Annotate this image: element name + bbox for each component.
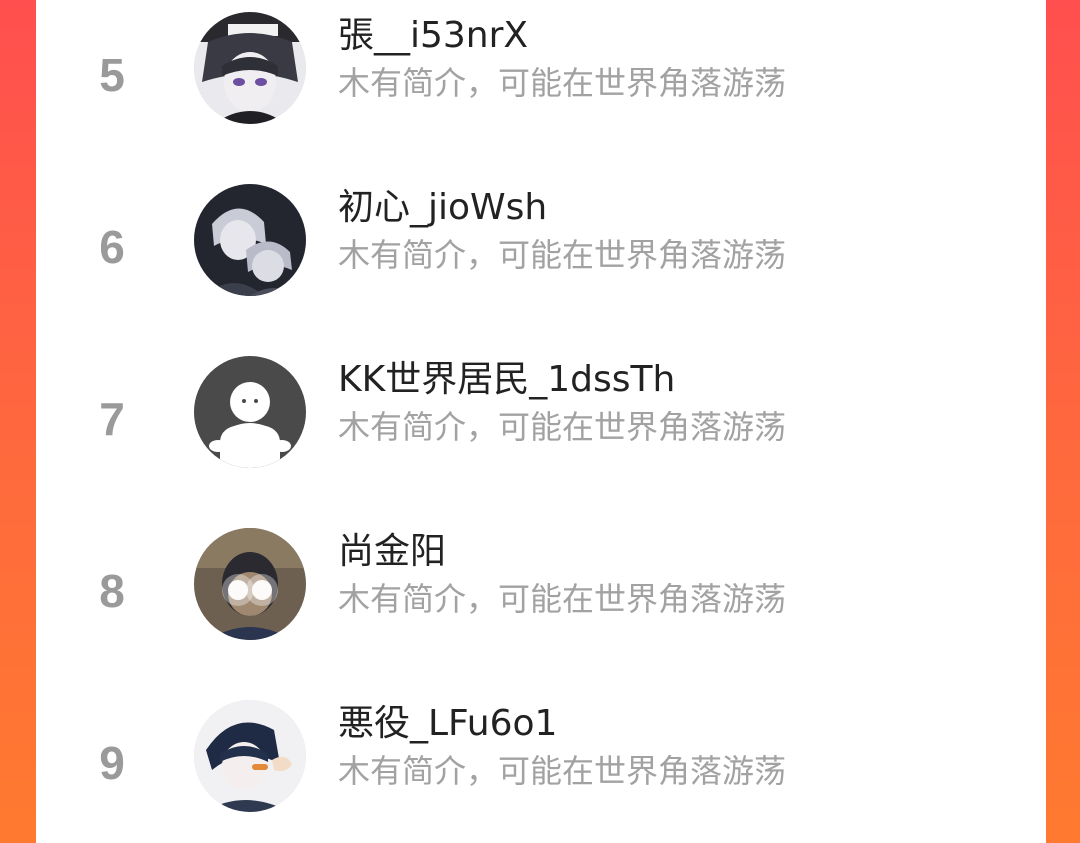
list-item[interactable]: 6 初心_jioWsh 木有简介，可能在世界角落游荡 xyxy=(36,172,1046,344)
user-avatar[interactable] xyxy=(194,700,306,812)
user-bio: 木有简介，可能在世界角落游荡 xyxy=(338,408,787,446)
anime-duo-avatar-icon xyxy=(194,184,306,296)
list-item[interactable]: 5 張__i53nrX 木有简介，可能在世界角落游荡 xyxy=(36,0,1046,172)
list-item[interactable]: 7 KK世界居民_1dssTh 木有简介，可能在世界角落游荡 xyxy=(36,344,1046,516)
user-avatar[interactable] xyxy=(194,184,306,296)
user-name: 初心_jioWsh xyxy=(338,187,548,228)
rank-number: 6 xyxy=(99,221,125,273)
user-bio: 木有简介，可能在世界角落游荡 xyxy=(338,64,787,102)
user-avatar[interactable] xyxy=(194,356,306,468)
user-name: KK世界居民_1dssTh xyxy=(338,359,676,400)
rank-number: 7 xyxy=(99,393,125,445)
user-bio: 木有简介，可能在世界角落游荡 xyxy=(338,752,787,790)
anime-boy-blue-avatar-icon xyxy=(194,700,306,812)
app-frame: 5 張__i53nrX 木有简介，可能在世界角落游荡 6 初心_jioWsh 木… xyxy=(0,0,1080,843)
user-name: 尚金阳 xyxy=(338,531,447,572)
rank-number: 9 xyxy=(99,737,125,789)
list-item[interactable]: 8 尚金阳 木有简介，可能在世界角落游荡 xyxy=(36,516,1046,688)
user-bio: 木有简介，可能在世界角落游荡 xyxy=(338,236,787,274)
default-ghost-avatar-icon xyxy=(194,356,306,468)
list-item[interactable]: 9 悪役_LFu6o1 木有简介，可能在世界角落游荡 xyxy=(36,688,1046,843)
ranking-list: 5 張__i53nrX 木有简介，可能在世界角落游荡 6 初心_jioWsh 木… xyxy=(36,0,1046,843)
anime-boy-cap-avatar-icon xyxy=(194,12,306,124)
user-name: 張__i53nrX xyxy=(338,15,529,56)
photo-boy-glowing-eyes-avatar-icon xyxy=(194,528,306,640)
user-name: 悪役_LFu6o1 xyxy=(338,703,558,744)
user-avatar[interactable] xyxy=(194,12,306,124)
user-bio: 木有简介，可能在世界角落游荡 xyxy=(338,580,787,618)
user-avatar[interactable] xyxy=(194,528,306,640)
rank-number: 8 xyxy=(99,565,125,617)
rank-number: 5 xyxy=(99,49,125,101)
